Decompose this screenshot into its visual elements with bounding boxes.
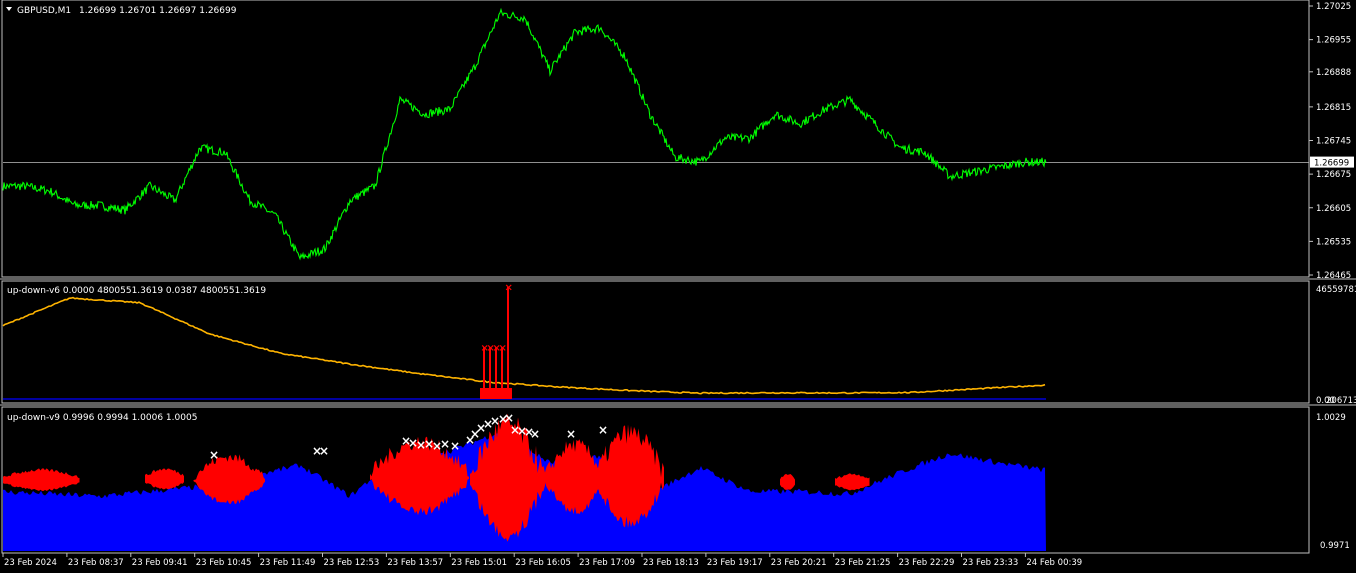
time-tick-label: 23 Feb 09:41 [132,558,188,568]
price-tick-label: 1.26535 [1316,237,1351,247]
time-tick-label: 23 Feb 11:49 [260,558,316,568]
time-tick-label: 23 Feb 20:21 [771,558,827,568]
time-tick-label: 23 Feb 13:57 [387,558,443,568]
time-tick-label: 23 Feb 19:17 [707,558,763,568]
signal-marker-icon: × [530,427,540,441]
price-tick-label: 1.26888 [1316,68,1351,78]
time-tick-label: 23 Feb 2024 [4,558,57,568]
time-tick-label: 23 Feb 21:25 [835,558,891,568]
signal-marker-icon: × [440,437,450,451]
indicator-pane-1[interactable] [1,280,1310,404]
price-tick-label: 1.26465 [1316,271,1351,281]
price-tick-label: 1.26745 [1316,137,1351,147]
time-tick-label: 23 Feb 16:05 [515,558,571,568]
indicator-2-title: up-down-v9 0.9996 0.9994 1.0006 1.0005 [7,413,197,423]
time-tick-label: 23 Feb 15:01 [451,558,507,568]
time-tick-label: 23 Feb 10:45 [196,558,252,568]
indicator-1-bar-block [480,388,512,399]
price-tick-label: 1.26675 [1316,170,1351,180]
price-tick-label: 1.27025 [1316,2,1351,12]
time-tick-label: 23 Feb 22:29 [899,558,955,568]
signal-marker-icon: × [566,427,576,441]
time-tick-label: 24 Feb 00:39 [1026,558,1082,568]
time-tick-label: 23 Feb 08:37 [68,558,124,568]
price-tick-label: 1.26955 [1316,36,1351,46]
current-price-label: 1.26699 [1314,159,1349,169]
time-tick-label: 23 Feb 23:33 [963,558,1019,568]
bar-marker-icon: × [505,283,513,294]
time-tick-label: 23 Feb 18:13 [643,558,699,568]
indicator-1-axis-top: 46559781 [1316,285,1356,295]
ohlc-values: 1.26699 1.26701 1.26697 1.26699 [79,6,237,16]
signal-marker-icon: × [450,439,460,453]
indicator-1-title: up-down-v6 0.0000 4800551.3619 0.0387 48… [7,286,266,296]
indicator-1-axis-bottom-2: 2067132. [1326,396,1356,406]
signal-marker-icon: × [209,448,219,462]
bar-marker-icon: × [499,343,507,354]
signal-marker-icon: × [319,444,329,458]
time-tick-label: 23 Feb 12:53 [324,558,380,568]
symbol-label: GBPUSD,M1 [17,6,71,16]
trading-chart[interactable]: ××××× × ×××××××× × ××××××××××× × × 1.270251.2… [0,0,1356,573]
time-tick-label: 23 Feb 17:09 [579,558,635,568]
main-pane[interactable] [1,0,1310,278]
price-tick-label: 1.26815 [1316,103,1351,113]
signal-marker-icon: × [598,423,608,437]
indicator-2-axis-top: 1.0029 [1316,413,1346,423]
indicator-2-axis-bottom: 0.9971 [1320,541,1350,551]
price-tick-label: 1.26605 [1316,204,1351,214]
